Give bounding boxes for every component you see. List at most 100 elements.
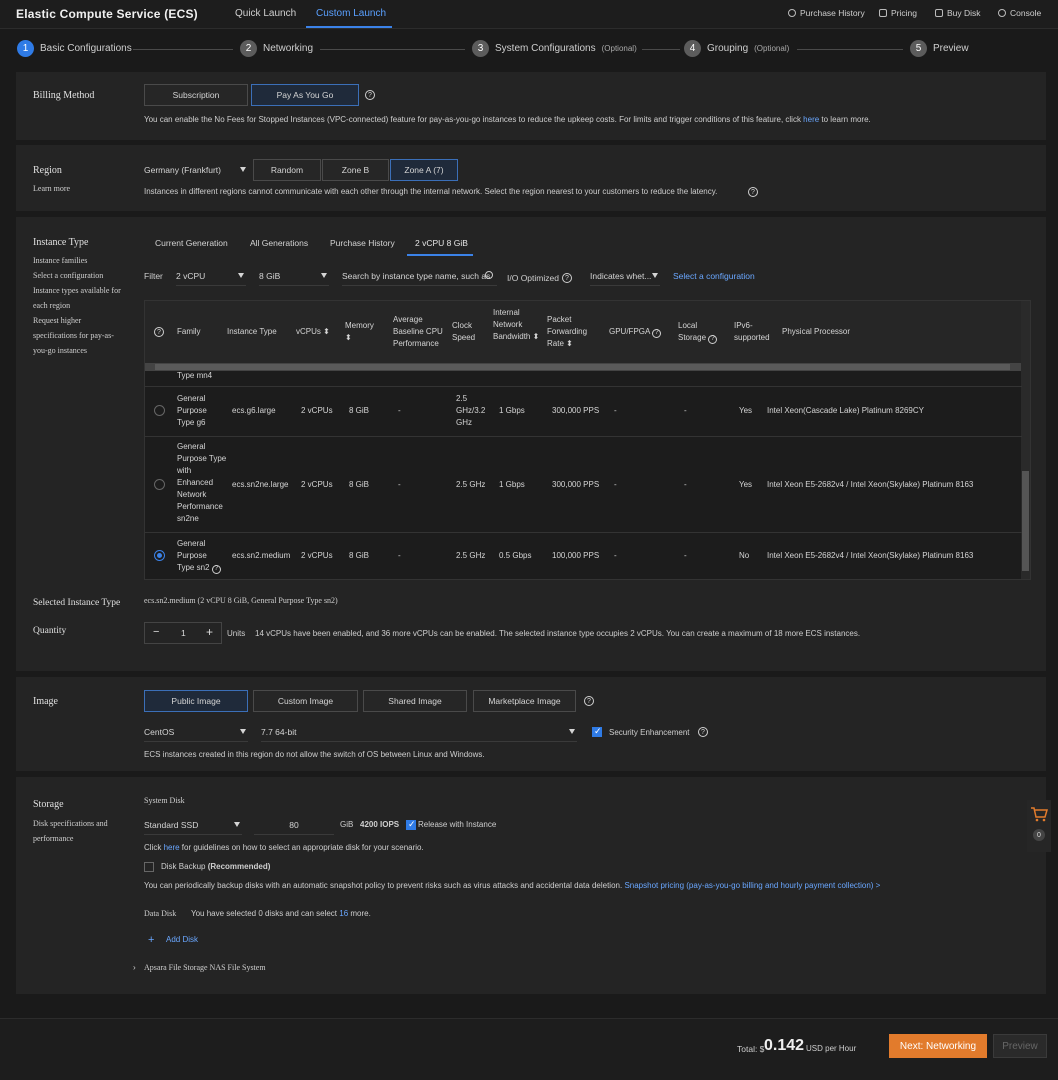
indicates-select[interactable]: Indicates whet... [590,266,660,286]
help-icon[interactable]: ? [211,564,221,574]
os-version-select[interactable]: 7.7 64-bit [261,722,577,742]
table-row[interactable]: General Purpose Type with Enhanced Netwo… [145,436,1022,532]
help-icon[interactable]: ? [748,187,758,197]
table-header: ? Family Instance Type vCPUs ⬍ Memory ⬍ A… [145,301,1022,363]
request-higher-link-2[interactable]: specifications for pay-as- [33,328,114,343]
region-select[interactable]: Germany (Frankfurt) [144,160,248,180]
help-icon[interactable]: ? [708,334,718,344]
marketplace-image-tab[interactable]: Marketplace Image [473,690,576,712]
column-baseline-cpu[interactable]: Average Baseline CPU Performance [393,314,448,350]
chevron-right-icon[interactable]: › [133,963,136,972]
tab-2vcpu-8gib[interactable]: 2 vCPU 8 GiB [415,238,468,248]
nas-file-system-toggle[interactable]: Apsara File Storage NAS File System [144,963,266,972]
column-ipv6[interactable]: IPv6-supported [734,320,778,344]
request-higher-link-3[interactable]: you-go instances [33,343,87,358]
row-radio[interactable] [154,405,165,416]
document-icon [879,9,887,17]
preview-button[interactable]: Preview [993,1034,1047,1058]
shopping-cart[interactable]: 0 [1027,800,1051,852]
tab-purchase-history[interactable]: Purchase History [330,238,395,248]
quantity-stepper[interactable]: − 1 + [144,622,222,644]
scrollbar-thumb[interactable] [155,364,1010,370]
column-local-storage[interactable]: Local Storage ? [678,320,720,344]
release-with-instance-checkbox[interactable] [406,819,416,830]
next-networking-button[interactable]: Next: Networking [889,1034,987,1058]
plus-icon[interactable]: + [206,625,213,639]
add-disk-button[interactable]: Add Disk [166,935,198,944]
pay-as-you-go-button[interactable]: Pay As You Go [251,84,359,106]
column-gpu-fpga[interactable]: GPU/FPGA ? [609,326,662,338]
disk-size-input[interactable]: 80 [254,815,334,835]
security-enhancement-checkbox[interactable] [592,726,602,737]
buy-disk-link[interactable]: Buy Disk [935,8,981,18]
memory-filter-select[interactable]: 8 GiB [259,266,329,286]
sort-icon[interactable]: ⬍ [533,332,540,341]
help-icon[interactable]: ? [365,90,375,100]
disk-specs-link-2[interactable]: performance [33,831,73,846]
select-configuration-link[interactable]: Select a configuration [33,268,103,283]
step-preview[interactable]: 5 Preview [910,40,969,57]
region-learn-more-link[interactable]: Learn more [33,181,70,196]
instance-types-available-link-2[interactable]: each region [33,298,70,313]
tab-current-generation[interactable]: Current Generation [155,238,228,248]
table-row[interactable]: General Purpose Type g6 ecs.g6.large 2 v… [145,386,1022,434]
row-radio[interactable] [154,479,165,490]
subscription-button[interactable]: Subscription [144,84,248,106]
vertical-scrollbar[interactable] [1021,301,1030,579]
search-icon[interactable] [485,271,493,279]
instance-types-available-link[interactable]: Instance types available for [33,283,121,298]
tab-all-generations[interactable]: All Generations [250,238,308,248]
step-system-configurations[interactable]: 3 System Configurations (Optional) [472,40,637,57]
console-link[interactable]: Console [998,8,1041,18]
request-higher-link[interactable]: Request higher [33,313,81,328]
tab-quick-launch[interactable]: Quick Launch [235,8,296,19]
column-vcpus[interactable]: vCPUs ⬍ [296,326,330,338]
purchase-history-link[interactable]: Purchase History [788,8,865,18]
minus-icon[interactable]: − [153,626,159,638]
row-radio-selected[interactable] [154,550,165,561]
cart-icon[interactable] [1030,806,1048,822]
billing-here-link[interactable]: here [803,115,819,124]
column-family[interactable]: Family [177,326,201,338]
column-instance-type[interactable]: Instance Type [227,326,277,338]
help-icon[interactable]: ? [652,328,662,338]
custom-image-tab[interactable]: Custom Image [253,690,358,712]
sort-icon[interactable]: ⬍ [323,327,330,336]
help-icon[interactable]: ? [698,727,708,737]
quantity-value[interactable]: 1 [181,628,186,638]
shared-image-tab[interactable]: Shared Image [363,690,467,712]
vcpu-filter-select[interactable]: 2 vCPU [176,266,246,286]
table-row-selected[interactable]: General Purpose Type sn2 ? ecs.sn2.mediu… [145,532,1022,579]
tab-custom-launch[interactable]: Custom Launch [316,8,386,19]
column-bandwidth[interactable]: Internal Network Bandwidth ⬍ [493,307,541,343]
zone-random-button[interactable]: Random [253,159,321,181]
zone-b-button[interactable]: Zone B [322,159,389,181]
column-packet-forwarding[interactable]: Packet Forwarding Rate ⬍ [547,314,599,350]
disk-specs-link[interactable]: Disk specifications and [33,816,108,831]
step-networking[interactable]: 2 Networking [240,40,313,57]
snapshot-pricing-link[interactable]: Snapshot pricing (pay-as-you-go billing … [624,881,880,890]
step-basic-configurations[interactable]: 1 Basic Configurations [17,40,132,57]
disk-backup-checkbox[interactable] [144,862,154,872]
help-icon[interactable]: ? [154,327,164,337]
sort-icon[interactable]: ⬍ [566,339,573,348]
select-configuration-button[interactable]: Select a configuration [673,271,755,281]
help-icon[interactable]: ? [584,696,594,706]
pricing-link[interactable]: Pricing [879,8,917,18]
step-grouping[interactable]: 4 Grouping (Optional) [684,40,789,57]
os-select[interactable]: CentOS [144,722,248,742]
scrollbar-thumb[interactable] [1022,471,1029,571]
instance-families-link[interactable]: Instance families [33,253,87,268]
column-clock-speed[interactable]: Clock Speed [452,320,482,344]
public-image-tab[interactable]: Public Image [144,690,248,712]
sort-icon[interactable]: ⬍ [345,333,352,342]
column-physical-processor[interactable]: Physical Processor [782,326,850,338]
disk-type-select[interactable]: Standard SSD [144,815,242,835]
column-memory[interactable]: Memory ⬍ [345,320,380,344]
plus-icon[interactable]: + [148,934,154,946]
horizontal-scrollbar[interactable] [145,363,1022,371]
disk-guidelines-link[interactable]: here [164,843,180,852]
help-icon[interactable]: ? [562,273,572,283]
zone-a-button[interactable]: Zone A (7) [390,159,458,181]
instance-search-input[interactable]: Search by instance type name, such as [342,266,497,286]
